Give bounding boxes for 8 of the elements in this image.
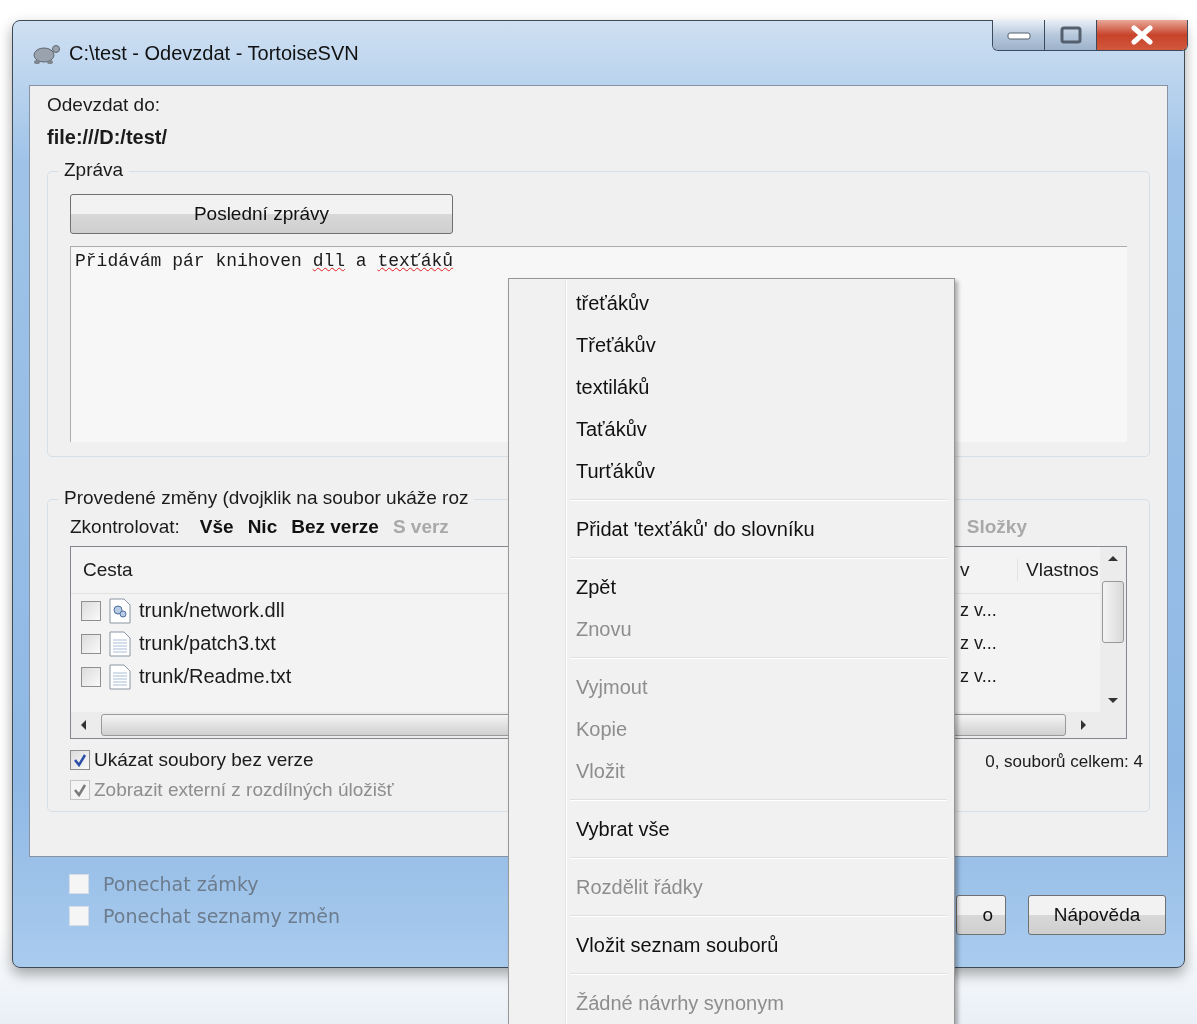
table-cell-text: z v...: [959, 666, 998, 687]
window-title: C:\test - Odevzdat - TortoiseSVN: [69, 41, 359, 65]
repository-url: file:///D:/test/: [47, 126, 168, 149]
table-cell-text: z v...: [959, 600, 998, 621]
commit-to-label: Odevzdat do:: [47, 94, 162, 116]
check-label: Zkontrolovat:: [70, 516, 180, 538]
status-text: 0, souborů celkem: 4: [985, 752, 1143, 772]
table-cell-text: z v...: [959, 633, 998, 654]
